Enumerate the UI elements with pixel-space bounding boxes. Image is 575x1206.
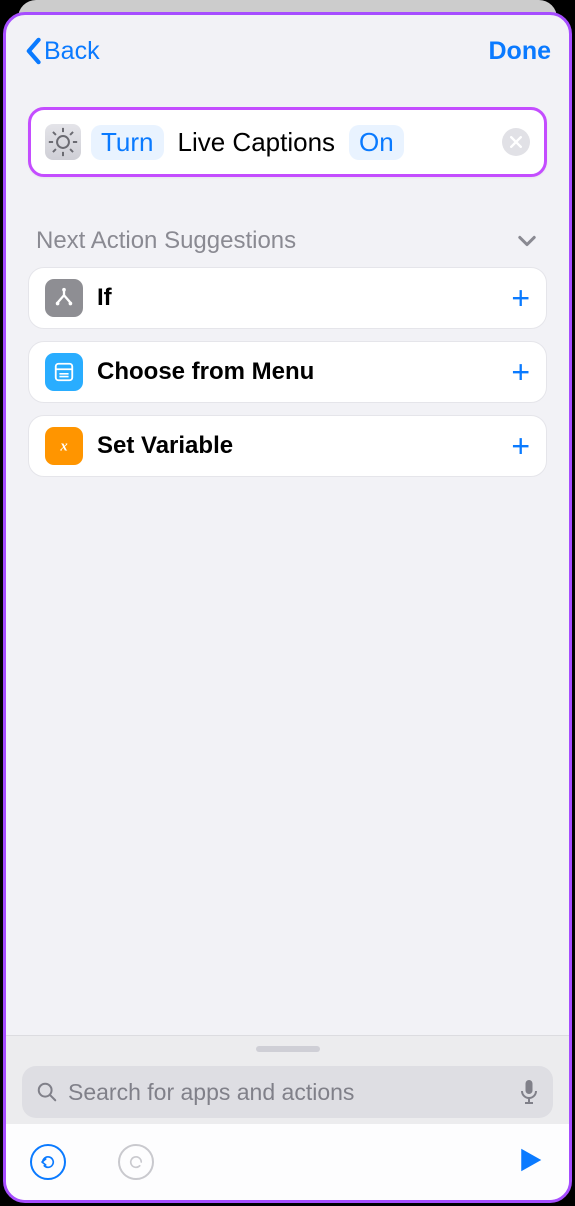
suggestions-header[interactable]: Next Action Suggestions bbox=[6, 185, 569, 267]
action-verb-token[interactable]: Turn bbox=[91, 125, 164, 160]
done-button[interactable]: Done bbox=[489, 37, 552, 66]
suggestion-if[interactable]: If + bbox=[28, 267, 547, 329]
settings-app-icon bbox=[45, 124, 81, 160]
action-feature-token[interactable]: Live Captions bbox=[174, 125, 340, 160]
search-icon bbox=[36, 1081, 58, 1103]
undo-button[interactable] bbox=[30, 1144, 66, 1180]
menu-icon bbox=[45, 353, 83, 391]
suggestion-set-variable[interactable]: x Set Variable + bbox=[28, 415, 547, 477]
chevron-left-icon bbox=[24, 37, 42, 65]
run-button[interactable] bbox=[515, 1145, 545, 1180]
branch-icon bbox=[45, 279, 83, 317]
search-placeholder: Search for apps and actions bbox=[68, 1079, 509, 1106]
clear-action-button[interactable] bbox=[502, 128, 530, 156]
drag-handle[interactable] bbox=[256, 1046, 320, 1052]
add-suggestion-button[interactable]: + bbox=[511, 282, 530, 314]
back-label: Back bbox=[44, 37, 100, 66]
suggestion-choose-from-menu[interactable]: Choose from Menu + bbox=[28, 341, 547, 403]
suggestion-label: Choose from Menu bbox=[97, 358, 314, 386]
back-button[interactable]: Back bbox=[24, 37, 100, 66]
suggestions-list: If + Choose from Menu + x Set Variable + bbox=[6, 267, 569, 477]
chevron-down-icon bbox=[515, 229, 539, 253]
add-suggestion-button[interactable]: + bbox=[511, 356, 530, 388]
redo-icon bbox=[127, 1153, 145, 1171]
add-suggestion-button[interactable]: + bbox=[511, 430, 530, 462]
nav-bar: Back Done bbox=[6, 15, 569, 87]
spacer bbox=[6, 477, 569, 1035]
action-state-token[interactable]: On bbox=[349, 125, 404, 160]
bottom-toolbar bbox=[6, 1124, 569, 1200]
search-bar[interactable]: Search for apps and actions bbox=[22, 1066, 553, 1118]
bottom-search-panel: Search for apps and actions bbox=[6, 1035, 569, 1124]
redo-button[interactable] bbox=[118, 1144, 154, 1180]
mic-icon[interactable] bbox=[519, 1079, 539, 1105]
suggestions-title: Next Action Suggestions bbox=[36, 227, 296, 255]
suggestion-label: If bbox=[97, 284, 112, 312]
undo-icon bbox=[39, 1153, 57, 1171]
action-card[interactable]: Turn Live Captions On bbox=[28, 107, 547, 177]
suggestion-label: Set Variable bbox=[97, 432, 233, 460]
shortcut-editor-sheet: Back Done Turn Live Captions On Next Act… bbox=[3, 12, 572, 1203]
action-card-container: Turn Live Captions On bbox=[6, 87, 569, 185]
close-icon bbox=[510, 136, 522, 148]
svg-text:x: x bbox=[59, 439, 67, 455]
variable-icon: x bbox=[45, 427, 83, 465]
play-icon bbox=[515, 1145, 545, 1175]
